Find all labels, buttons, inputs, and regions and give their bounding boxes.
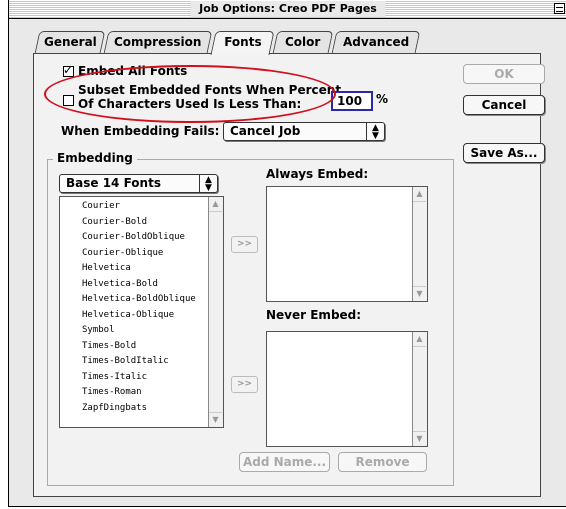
embed-all-fonts-label: Embed All Fonts [78,64,188,78]
font-set-popup[interactable]: Base 14 Fonts ▲ ▼ [59,174,218,193]
never-embed-list[interactable]: ▲ ▼ [266,331,428,447]
scroll-up-arrow-icon[interactable]: ▲ [209,197,222,212]
always-embed-list[interactable]: ▲ ▼ [266,186,428,302]
font-list-item[interactable]: Courier-BoldOblique [60,230,223,246]
cancel-button[interactable]: Cancel [463,95,545,115]
when-embedding-fails-label: When Embedding Fails: [61,124,220,138]
popup-arrows-icon: ▲ ▼ [199,175,217,193]
scroll-down-arrow-icon[interactable]: ▼ [413,286,426,301]
embedding-group-label: Embedding [53,151,137,165]
never-embed-scrollbar[interactable]: ▲ ▼ [412,332,427,446]
font-list-item[interactable]: Times-Roman [60,385,223,401]
subset-label-line-2: Of Characters Used Is Less Than: [78,97,302,111]
remove-button[interactable]: Remove [338,452,427,472]
font-list-item[interactable]: Symbol [60,323,223,339]
font-list-item[interactable]: Helvetica [60,261,223,277]
font-list-scrollbar[interactable]: ▲ ▼ [208,197,223,427]
never-embed-label: Never Embed: [266,308,362,322]
subset-fonts-label: Subset Embedded Fonts When Percent Of Ch… [78,83,341,111]
font-list-item[interactable]: ZapfDingbats [60,401,223,417]
add-to-never-embed-button[interactable]: >> [231,376,258,393]
font-list-item[interactable]: Helvetica-Bold [60,277,223,293]
window-title: Job Options: Creo PDF Pages [191,1,385,17]
tab-fonts[interactable]: Fonts [210,31,275,55]
tab-advanced[interactable]: Advanced [331,31,421,53]
popup-arrows-icon: ▲ ▼ [366,123,384,141]
font-list-item[interactable]: Courier [60,199,223,215]
font-list-item[interactable]: Courier-Bold [60,215,223,231]
font-list-item[interactable]: Courier-Oblique [60,246,223,262]
font-list-items: Courier Courier-Bold Courier-BoldOblique Co… [60,197,223,416]
subset-label-line-1: Subset Embedded Fonts When Percent [78,83,342,97]
percent-sign: % [376,92,389,106]
when-embedding-fails-value: Cancel Job [230,124,301,138]
embed-all-fonts-checkbox[interactable] [63,63,74,77]
font-list-item[interactable]: Times-BoldItalic [60,354,223,370]
add-name-button[interactable]: Add Name... [239,452,330,472]
tab-color[interactable]: Color [272,31,334,53]
always-embed-scrollbar[interactable]: ▲ ▼ [412,187,427,301]
add-to-always-embed-button[interactable]: >> [231,236,258,253]
title-bar[interactable]: Job Options: Creo PDF Pages [9,0,566,19]
save-as-button[interactable]: Save As... [463,143,545,163]
font-list-item[interactable]: Helvetica-Oblique [60,308,223,324]
scroll-down-arrow-icon[interactable]: ▼ [413,431,426,446]
font-list-item[interactable]: Times-Bold [60,339,223,355]
font-list[interactable]: Courier Courier-Bold Courier-BoldOblique Co… [59,196,224,428]
tab-general[interactable]: General [34,31,106,53]
scroll-down-arrow-icon[interactable]: ▼ [209,412,222,427]
dialog-window: Job Options: Creo PDF Pages General Comp… [8,0,566,507]
font-list-item[interactable]: Helvetica-BoldOblique [60,292,223,308]
always-embed-label: Always Embed: [266,167,369,181]
tab-compression[interactable]: Compression [103,31,213,53]
font-set-value: Base 14 Fonts [66,176,161,190]
subset-fonts-checkbox[interactable] [63,95,74,106]
subset-percent-input[interactable]: 100 [331,91,373,111]
when-embedding-fails-popup[interactable]: Cancel Job ▲ ▼ [223,122,385,141]
scroll-up-arrow-icon[interactable]: ▲ [413,332,426,347]
scroll-up-arrow-icon[interactable]: ▲ [413,187,426,202]
ok-button[interactable]: OK [463,64,545,84]
collapse-icon[interactable] [554,3,565,14]
font-list-item[interactable]: Times-Italic [60,370,223,386]
